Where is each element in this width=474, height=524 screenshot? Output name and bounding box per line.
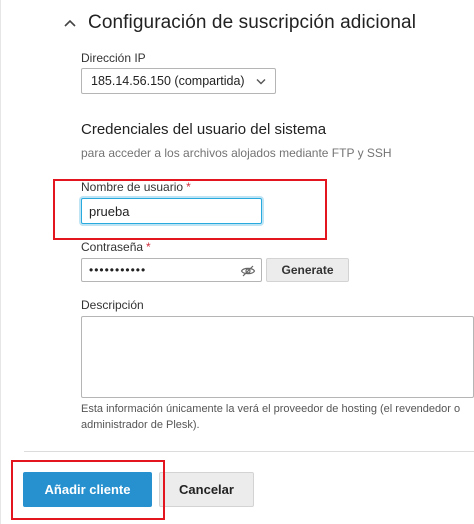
password-label: Contraseña * (81, 240, 151, 254)
username-label-text: Nombre de usuario (81, 180, 184, 194)
password-input[interactable]: ••••••••••• (81, 258, 262, 282)
panel-edge (0, 0, 1, 524)
username-label: Nombre de usuario * (81, 180, 191, 194)
description-textarea[interactable] (81, 316, 474, 398)
generate-password-button[interactable]: Generate (266, 258, 349, 282)
ip-select[interactable]: 185.14.56.150 (compartida) (81, 68, 276, 94)
ip-select-value: 185.14.56.150 (compartida) (91, 74, 245, 88)
username-input[interactable]: prueba (81, 198, 262, 224)
ip-label: Dirección IP (81, 51, 146, 65)
chevron-up-icon[interactable] (60, 13, 80, 33)
add-client-button[interactable]: Añadir cliente (23, 472, 152, 507)
description-label: Descripción (81, 298, 144, 312)
chevron-down-icon (255, 75, 267, 87)
password-value: ••••••••••• (89, 263, 147, 277)
eye-slash-icon[interactable] (240, 263, 256, 279)
cancel-button[interactable]: Cancelar (159, 472, 254, 507)
section-header[interactable]: Configuración de suscripción adicional (60, 12, 416, 34)
section-title: Configuración de suscripción adicional (88, 12, 417, 33)
form-divider (24, 451, 474, 452)
description-note: Esta información únicamente la verá el p… (81, 403, 461, 431)
password-label-text: Contraseña (81, 240, 144, 254)
username-value: prueba (89, 203, 130, 219)
credentials-hint: para acceder a los archivos alojados med… (81, 146, 392, 160)
credentials-heading: Credenciales del usuario del sistema (81, 121, 327, 138)
required-mark: * (146, 240, 151, 254)
required-mark: * (186, 180, 191, 194)
